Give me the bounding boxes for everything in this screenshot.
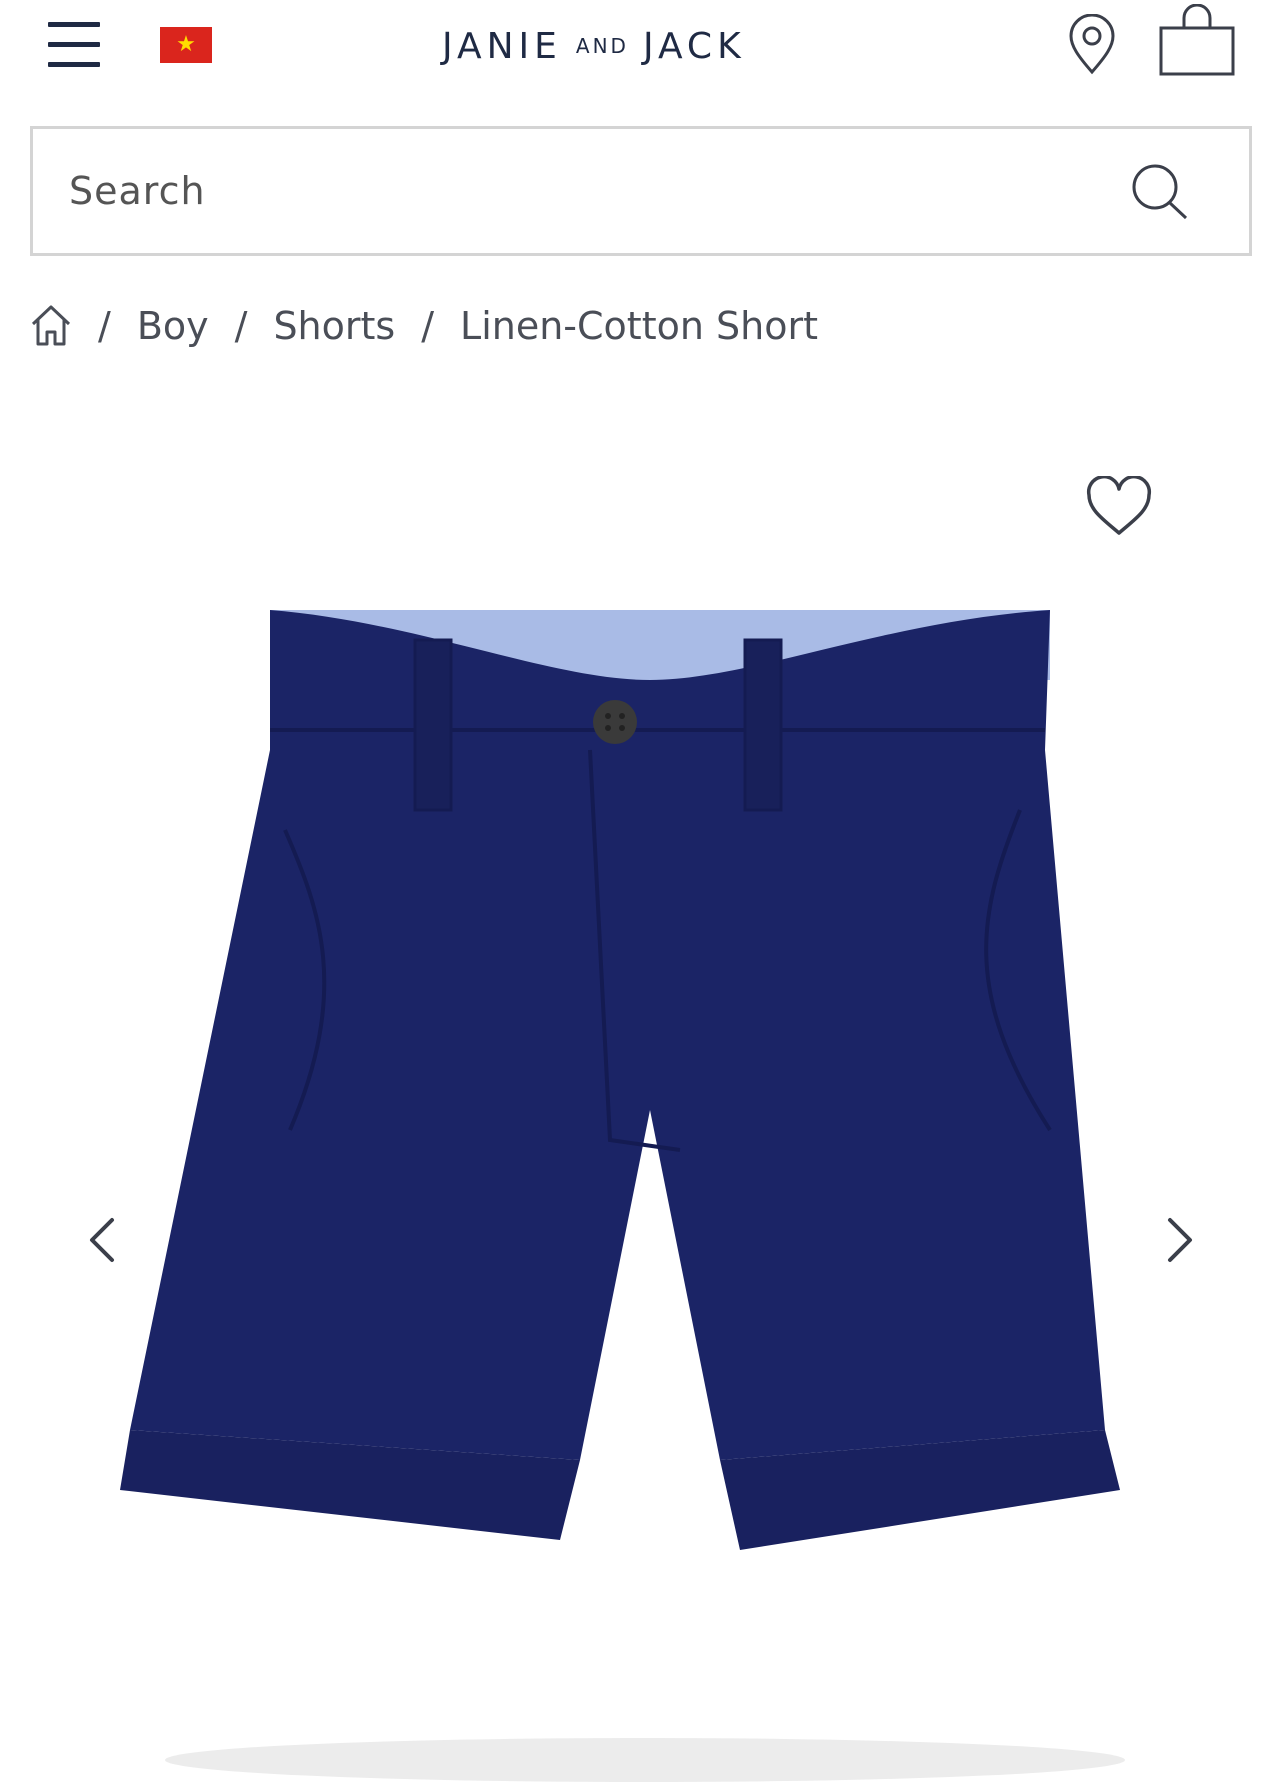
heart-icon[interactable] [1084,476,1154,538]
shopping-bag-icon[interactable] [1158,4,1236,78]
logo-word-jack: JACK [642,25,746,67]
breadcrumb: / Boy / Shorts / Linen-Cotton Short [30,296,818,356]
breadcrumb-item-boy[interactable]: Boy [137,304,209,348]
product-image-shorts[interactable] [120,610,1170,1790]
site-header: ★ JANIE AND JACK [0,0,1284,110]
brand-logo[interactable]: JANIE AND JACK [442,20,746,72]
breadcrumb-separator: / [421,304,435,348]
breadcrumb-separator: / [98,304,111,348]
vietnam-flag-icon[interactable]: ★ [160,27,212,63]
search-input[interactable] [69,159,1069,223]
search-icon[interactable] [1131,163,1191,223]
breadcrumb-item-current: Linen-Cotton Short [460,304,818,348]
hamburger-menu-icon[interactable] [44,20,104,72]
logo-word-janie: JANIE [442,25,562,67]
home-icon[interactable] [30,304,72,348]
map-pin-icon[interactable] [1064,14,1120,76]
product-gallery [0,380,1284,1782]
search-bar [30,126,1252,256]
breadcrumb-separator: / [234,304,248,348]
chevron-left-icon[interactable] [82,1210,122,1270]
chevron-right-icon[interactable] [1160,1210,1200,1270]
breadcrumb-item-shorts[interactable]: Shorts [273,304,395,348]
logo-word-and: AND [575,34,629,58]
flag-star-icon: ★ [176,32,196,57]
